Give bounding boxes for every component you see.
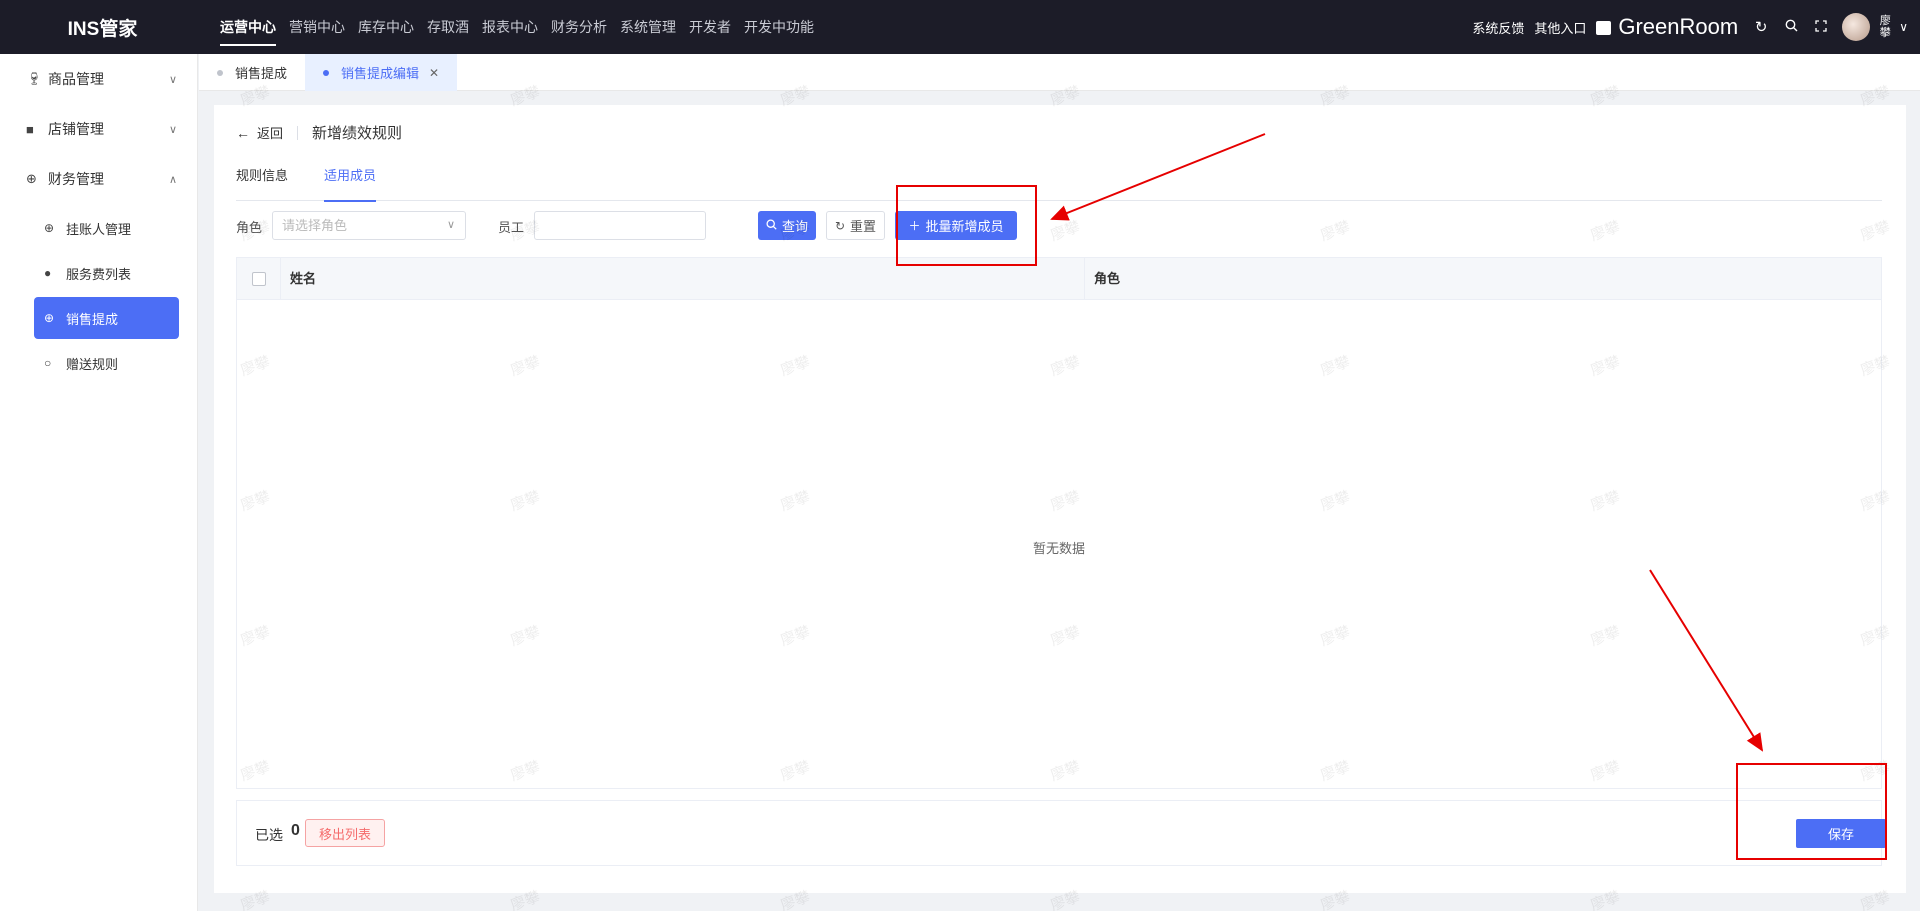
select-all-checkbox[interactable] <box>251 271 266 286</box>
selection-footer: 已选 0 移出列表 保存 <box>236 800 1886 866</box>
reset-label: 重置 <box>850 219 877 234</box>
page-tabs: 销售提成 销售提成编辑 ✕ <box>199 54 1920 91</box>
search-icon[interactable] <box>1776 19 1806 36</box>
sub-tabs: 规则信息 适用成员 <box>236 167 1882 202</box>
sidebar-item-label: 服务费列表 <box>66 266 132 282</box>
other-entry-link[interactable]: 其他入口 <box>1534 18 1586 37</box>
annotation-box-save <box>1736 763 1887 860</box>
chevron-up-icon: ∧ <box>168 173 177 186</box>
search-icon <box>766 218 777 233</box>
page-header: ← 返回 新增绩效规则 <box>236 122 402 143</box>
query-label: 查询 <box>781 219 808 234</box>
shop-icon: ■ <box>26 121 34 137</box>
user-name[interactable]: 廖攀 <box>1877 15 1893 39</box>
members-table: 姓名 角色 暂无数据 <box>236 257 1882 789</box>
sidebar-item-payer-management[interactable]: ⊕ 挂账人管理 <box>34 207 179 249</box>
nav-item-dev-features[interactable]: 开发中功能 <box>744 0 814 54</box>
nav-item-developer[interactable]: 开发者 <box>689 0 731 54</box>
top-right-tools: 系统反馈 其他入口 GreenRoom ↻ 廖攀 ∨ <box>1472 0 1920 54</box>
chevron-down-icon: ∨ <box>446 219 455 231</box>
sidebar-item-label: 赠送规则 <box>66 356 119 372</box>
refresh-icon[interactable]: ↻ <box>1746 18 1776 36</box>
sidebar-group-shop[interactable]: ■ 店铺管理 ∨ <box>0 104 197 154</box>
sidebar-item-label: 销售提成 <box>66 311 119 327</box>
sidebar-group-label: 店铺管理 <box>48 121 104 137</box>
staff-label: 员工 <box>498 220 525 235</box>
tab-sales-commission-edit[interactable]: 销售提成编辑 ✕ <box>305 54 458 91</box>
sidebar-group-label: 财务管理 <box>48 171 104 187</box>
sidebar-item-gift-rules[interactable]: ○ 赠送规则 <box>34 342 179 384</box>
arrow-left-icon: ← <box>236 124 250 141</box>
store-switcher[interactable]: GreenRoom <box>1596 14 1738 40</box>
back-button[interactable]: ← 返回 <box>236 123 283 142</box>
role-placeholder: 请选择角色 <box>282 218 348 233</box>
tab-dot <box>323 69 330 76</box>
fullscreen-icon[interactable] <box>1806 19 1836 36</box>
nav-item-marketing[interactable]: 营销中心 <box>289 0 345 54</box>
query-button[interactable]: 查询 <box>758 211 816 240</box>
filter-bar: 角色 请选择角色 ∨ 员工 查询 ↻ 重置 ＋ 批量新增成员 <box>236 211 1882 241</box>
column-header-role[interactable]: 角色 <box>1085 258 1120 299</box>
role-label: 角色 <box>236 220 263 235</box>
feedback-link[interactable]: 系统反馈 <box>1472 18 1524 37</box>
tab-sales-commission[interactable]: 销售提成 <box>199 54 305 91</box>
tab-applicable-members[interactable]: 适用成员 <box>324 167 377 202</box>
chevron-down-icon: ∨ <box>168 123 177 136</box>
sidebar-group-label: 商品管理 <box>48 71 104 87</box>
target-icon: ⊕ <box>44 311 55 325</box>
sidebar-item-label: 挂账人管理 <box>66 221 132 237</box>
tab-dot <box>217 69 223 76</box>
avatar[interactable] <box>1842 13 1871 41</box>
top-nav: 运营中心 营销中心 库存中心 存取酒 报表中心 财务分析 系统管理 开发者 开发… <box>220 0 827 54</box>
divider <box>297 125 299 140</box>
tab-rule-info[interactable]: 规则信息 <box>236 167 288 201</box>
sidebar-item-sales-commission[interactable]: ⊕ 销售提成 <box>34 297 179 339</box>
tab-label: 销售提成 <box>235 66 288 81</box>
back-label: 返回 <box>257 126 284 141</box>
chevron-down-icon: ∨ <box>168 73 177 86</box>
reset-button[interactable]: ↻ 重置 <box>826 211 885 240</box>
nav-item-reports[interactable]: 报表中心 <box>482 0 538 54</box>
store-name: GreenRoom <box>1618 14 1739 39</box>
finance-icon: ⊕ <box>26 171 37 186</box>
content-card: ← 返回 新增绩效规则 规则信息 适用成员 角色 请选择角色 ∨ 员工 查询 ↻… <box>214 105 1906 893</box>
close-icon[interactable]: ✕ <box>429 66 439 80</box>
goods-icon: 🍷︎ <box>26 71 43 86</box>
nav-item-system[interactable]: 系统管理 <box>620 0 676 54</box>
sidebar: 🍷︎ 商品管理 ∨ ■ 店铺管理 ∨ ⊕ 财务管理 ∧ ⊕ 挂账人管理 ● 服务… <box>0 54 198 911</box>
reset-icon: ↻ <box>834 218 846 233</box>
brand-logo[interactable]: INS管家 <box>0 14 205 41</box>
page-title: 新增绩效规则 <box>312 125 403 142</box>
nav-item-inventory[interactable]: 库存中心 <box>358 0 414 54</box>
selected-label: 已选 <box>255 827 283 843</box>
nav-item-wine-storage[interactable]: 存取酒 <box>427 0 469 54</box>
role-select[interactable]: 请选择角色 ∨ <box>272 211 466 240</box>
store-icon <box>1596 21 1612 35</box>
sidebar-item-service-fee-list[interactable]: ● 服务费列表 <box>34 252 179 294</box>
selected-count: 0 <box>291 822 300 839</box>
sidebar-group-finance[interactable]: ⊕ 财务管理 ∧ <box>0 154 197 204</box>
empty-state: 暂无数据 <box>1032 541 1085 556</box>
nav-item-operations[interactable]: 运营中心 <box>220 0 276 54</box>
tab-label: 销售提成编辑 <box>341 66 420 81</box>
remove-from-list-button[interactable]: 移出列表 <box>305 819 385 847</box>
sidebar-group-goods[interactable]: 🍷︎ 商品管理 ∨ <box>0 54 197 104</box>
chevron-down-icon[interactable]: ∨ <box>1899 20 1908 34</box>
apple-icon: ○ <box>44 356 52 370</box>
target-icon: ⊕ <box>44 221 55 235</box>
annotation-box-batch-add <box>896 185 1037 266</box>
top-bar: INS管家 运营中心 营销中心 库存中心 存取酒 报表中心 财务分析 系统管理 … <box>0 0 1920 54</box>
select-all-cell <box>237 258 281 299</box>
table-header: 姓名 角色 <box>237 258 1881 300</box>
nav-item-finance-analysis[interactable]: 财务分析 <box>551 0 607 54</box>
staff-input[interactable] <box>534 211 706 240</box>
user-icon: ● <box>44 266 52 280</box>
